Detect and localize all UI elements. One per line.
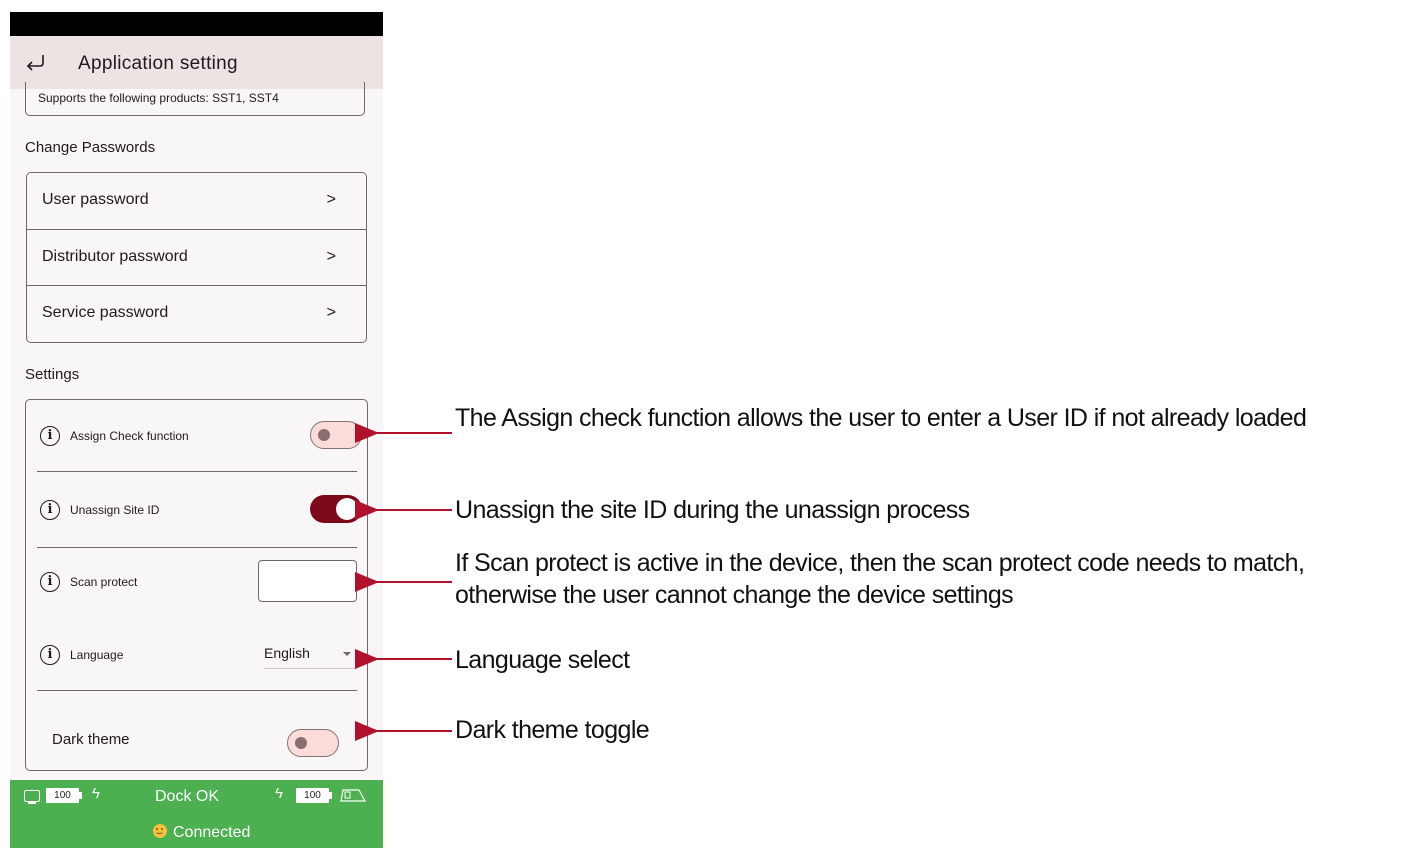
annotation-language: Language select: [455, 646, 630, 674]
annotation-unassign-site: Unassign the site ID during the unassign…: [455, 496, 970, 524]
annotation-dark-theme: Dark theme toggle: [455, 716, 650, 744]
annotation-scan-protect: If Scan protect is active in the device,…: [455, 549, 1305, 609]
annotation-assign-check: The Assign check function allows the use…: [455, 404, 1307, 432]
